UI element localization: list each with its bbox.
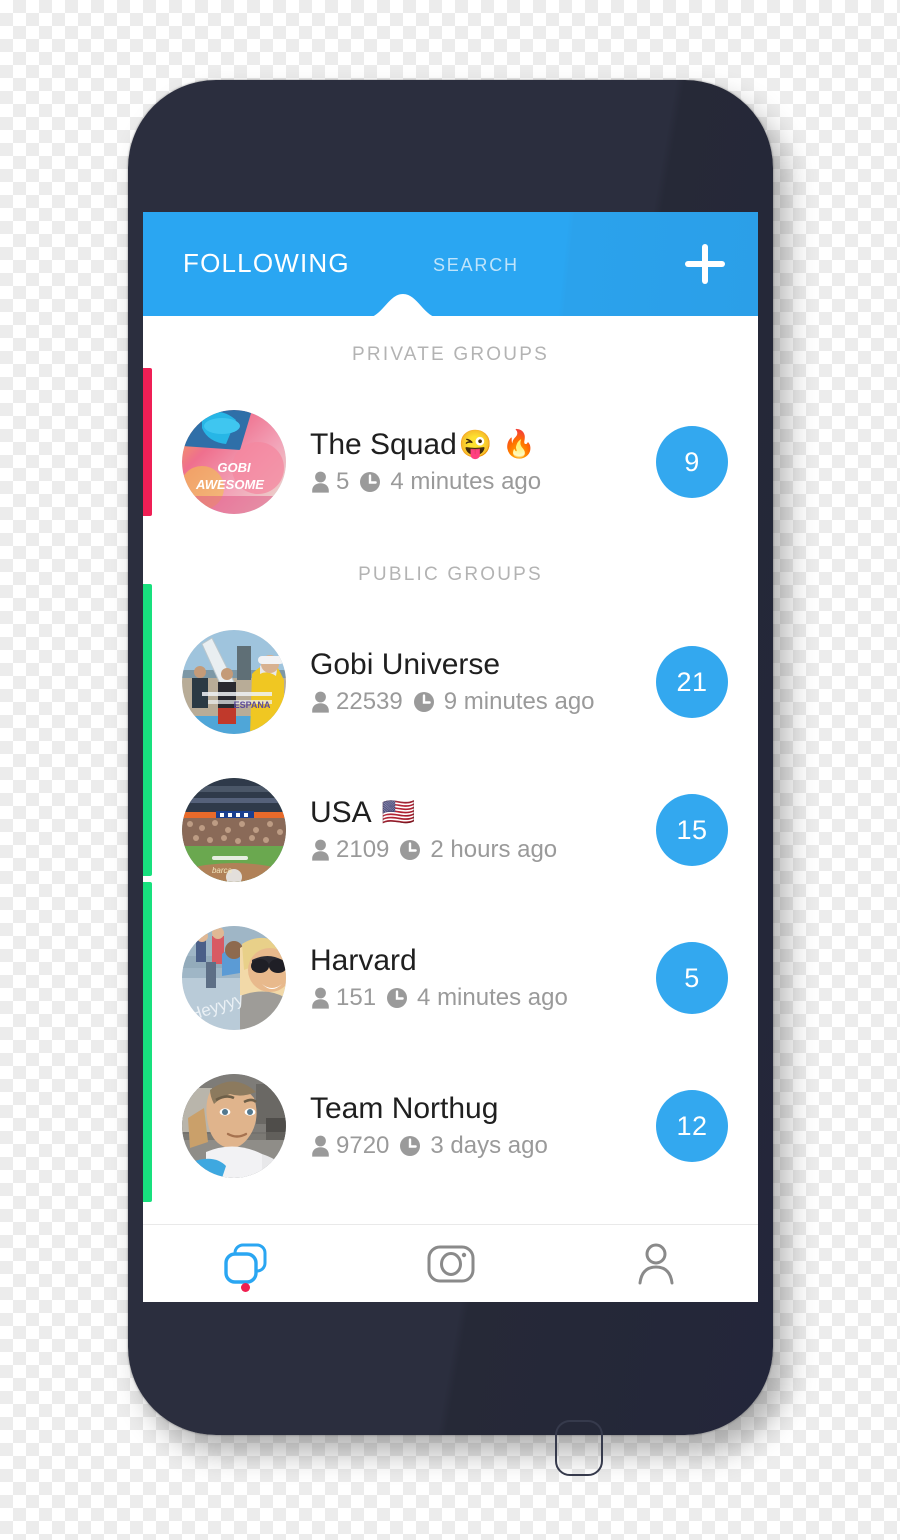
group-name: Gobi Universe [310, 647, 501, 681]
unread-badge[interactable]: 15 [656, 794, 728, 866]
svg-text:GOBI: GOBI [217, 460, 251, 475]
last-activity-time: 4 minutes ago [417, 984, 568, 1012]
add-group-button[interactable] [682, 241, 728, 287]
group-list: PRIVATE GROUPS GOBI AWESOME The Squad 😜 … [143, 316, 758, 1302]
avatar: GOBI AWESOME [182, 410, 286, 514]
member-count: 5 [336, 468, 350, 496]
clock-icon [359, 471, 381, 493]
app-header: FOLLOWING SEARCH [143, 212, 758, 318]
person-icon [310, 471, 331, 493]
avatar [182, 1074, 286, 1178]
group-meta: 151 4 minutes ago [310, 984, 656, 1012]
group-name: Team Northug [310, 1091, 499, 1125]
member-count: 151 [336, 984, 377, 1012]
clock-icon [399, 839, 421, 861]
clock-icon [386, 987, 408, 1009]
bottom-tab-bar [143, 1224, 758, 1302]
group-row-gobi-universe[interactable]: ESPANA Gobi Universe 22539 9 minutes ago… [143, 608, 758, 756]
home-button[interactable] [555, 1420, 603, 1476]
clock-icon [399, 1135, 421, 1157]
active-tab-indicator [366, 294, 440, 318]
avatar: ESPANA [182, 630, 286, 734]
group-meta: 5 4 minutes ago [310, 468, 656, 496]
group-meta: 22539 9 minutes ago [310, 688, 656, 716]
notification-dot [241, 1283, 250, 1292]
screenshot-stage: FOLLOWING SEARCH PRIVATE GROUPS GOBI AWE… [0, 0, 900, 1540]
person-icon [310, 839, 331, 861]
section-header-private: PRIVATE GROUPS [352, 344, 549, 365]
svg-text:barca: barca [212, 866, 233, 875]
tab-camera[interactable] [348, 1225, 553, 1302]
group-info: Harvard 151 4 minutes ago [286, 944, 656, 1013]
person-icon [310, 987, 331, 1009]
usa-flag-emoji: 🇺🇸 [381, 797, 416, 827]
avatar: barca [182, 778, 286, 882]
section-header-public: PUBLIC GROUPS [358, 564, 543, 585]
unread-badge[interactable]: 21 [656, 646, 728, 718]
avatar: Heyyyy [182, 926, 286, 1030]
group-title: Team Northug [310, 1092, 656, 1126]
member-count: 9720 [336, 1132, 390, 1160]
last-activity-time: 4 minutes ago [390, 468, 542, 496]
member-count: 22539 [336, 688, 403, 716]
group-row-team-northug[interactable]: Team Northug 9720 3 days ago 12 [143, 1052, 758, 1200]
last-activity-time: 3 days ago [430, 1132, 548, 1160]
unread-badge[interactable]: 5 [656, 942, 728, 1014]
person-icon [310, 1135, 331, 1157]
camera-icon [427, 1243, 475, 1285]
group-title: USA 🇺🇸 [310, 796, 656, 830]
group-info: The Squad 😜 🔥 5 4 minutes ago [286, 428, 656, 497]
tab-profile[interactable] [553, 1225, 758, 1302]
group-meta: 9720 3 days ago [310, 1132, 656, 1160]
tab-groups[interactable] [143, 1225, 348, 1302]
clock-icon [413, 691, 435, 713]
last-activity-time: 9 minutes ago [443, 688, 595, 716]
unread-badge[interactable]: 9 [656, 426, 728, 498]
group-row-usa[interactable]: barca USA 🇺🇸 2109 2 hours ago 15 [143, 756, 758, 904]
group-row-harvard[interactable]: Heyyyy Harvard 151 4 minutes ago 5 [143, 904, 758, 1052]
unread-badge[interactable]: 12 [656, 1090, 728, 1162]
app-screen: FOLLOWING SEARCH PRIVATE GROUPS GOBI AWE… [143, 212, 758, 1302]
winking-tongue-emoji: 😜 [458, 429, 493, 459]
group-title: Harvard [310, 944, 656, 978]
person-icon [310, 691, 331, 713]
svg-text:AWESOME: AWESOME [195, 477, 264, 492]
tab-following[interactable]: FOLLOWING [183, 248, 350, 279]
group-name: Harvard [310, 943, 417, 977]
group-meta: 2109 2 hours ago [310, 836, 656, 864]
group-title: Gobi Universe [310, 648, 656, 682]
group-info: USA 🇺🇸 2109 2 hours ago [286, 796, 656, 865]
stacked-cards-icon [223, 1242, 269, 1286]
group-row-the-squad[interactable]: GOBI AWESOME The Squad 😜 🔥 5 4 minutes a… [143, 388, 758, 536]
fire-emoji: 🔥 [502, 429, 537, 459]
group-info: Team Northug 9720 3 days ago [286, 1092, 656, 1161]
group-info: Gobi Universe 22539 9 minutes ago [286, 648, 656, 717]
group-name: USA [310, 795, 372, 829]
tab-search[interactable]: SEARCH [433, 255, 519, 276]
member-count: 2109 [336, 836, 390, 864]
group-title: The Squad 😜 🔥 [310, 428, 656, 462]
group-name: The Squad [310, 427, 457, 461]
last-activity-time: 2 hours ago [430, 836, 558, 864]
svg-text:ESPANA: ESPANA [234, 700, 271, 710]
person-outline-icon [636, 1242, 676, 1286]
